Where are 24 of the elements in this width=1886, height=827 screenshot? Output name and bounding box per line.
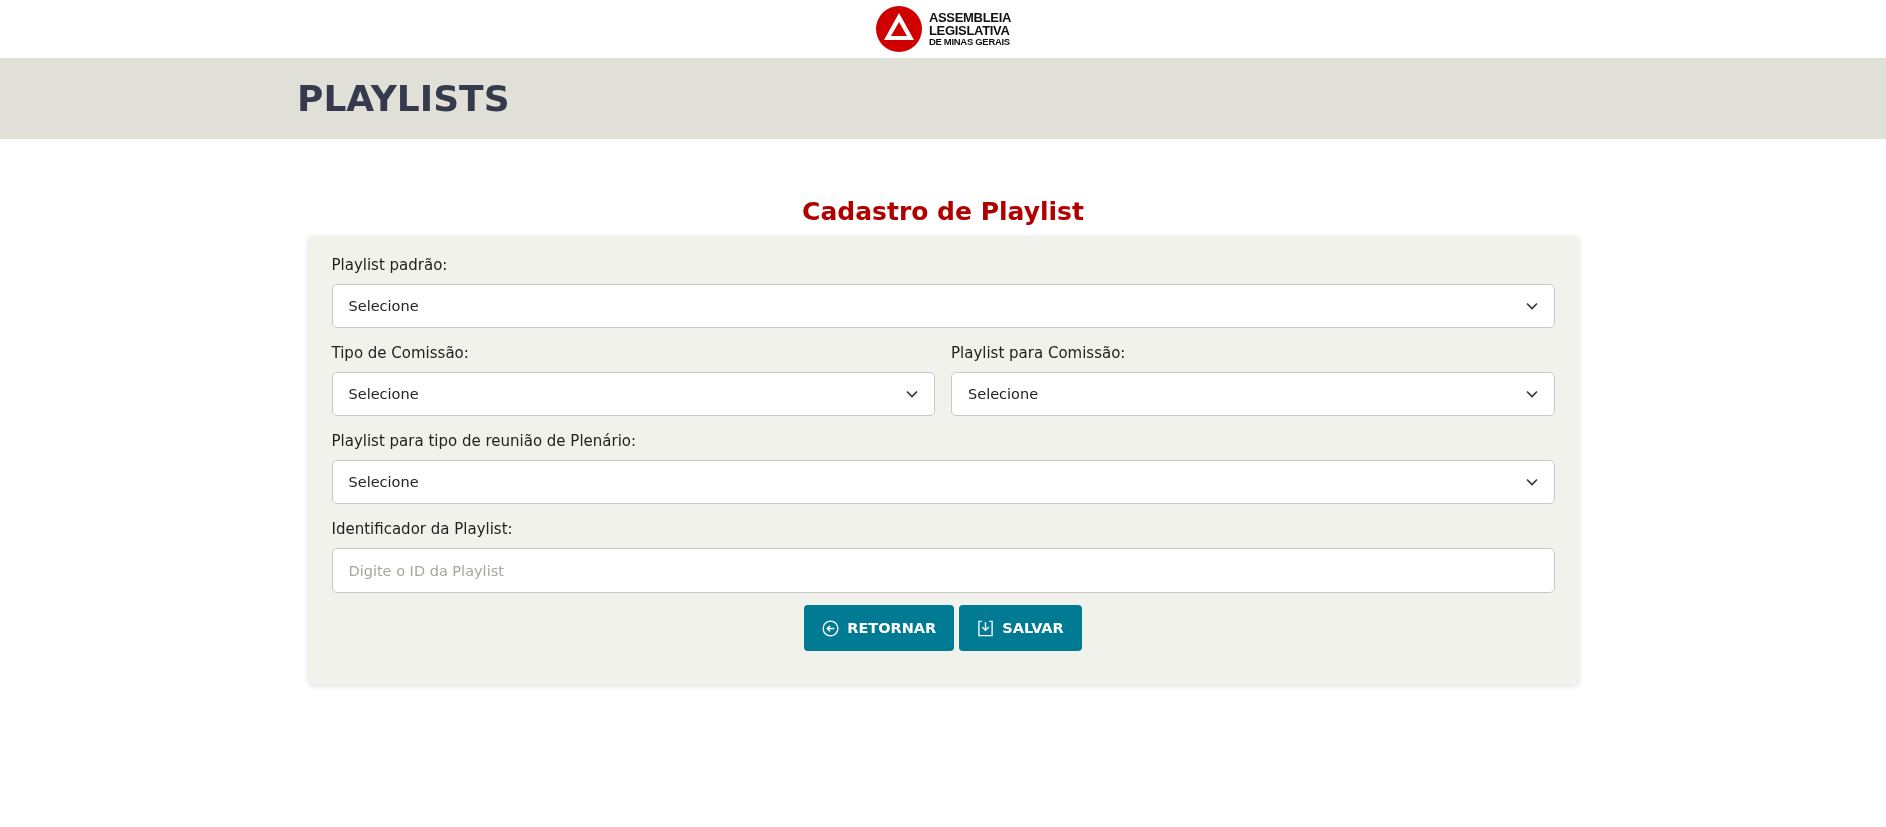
download-box-icon — [977, 619, 995, 637]
field-label: Playlist padrão: — [331, 256, 449, 274]
chevron-down-icon — [1525, 302, 1538, 310]
logo-text: DE MINAS GERAIS — [928, 37, 1011, 47]
chevron-down-icon — [1525, 390, 1538, 398]
field-label: Identificador da Playlist: — [331, 520, 514, 538]
logo-icon — [874, 5, 923, 53]
page-title: PLAYLISTS — [296, 77, 511, 121]
save-button[interactable]: SALVAR — [959, 605, 1082, 651]
form-title: Cadastro de Playlist — [801, 197, 1085, 226]
select-field[interactable]: Selecione — [331, 284, 1555, 328]
select-field[interactable]: Selecione — [951, 372, 1555, 416]
logo-text: ASSEMBLEIA — [928, 11, 1012, 25]
field-label: Playlist para tipo de reunião de Plenário: — [331, 432, 638, 450]
field-label: Playlist para Comissão: — [951, 344, 1127, 362]
input-field[interactable]: Digite o ID da Playlist — [331, 548, 1555, 593]
chevron-down-icon — [1525, 478, 1538, 486]
arrow-left-circle-icon — [822, 619, 840, 637]
select-field[interactable]: Selecione — [331, 372, 935, 416]
logo-text: LEGISLATIVA — [928, 24, 1011, 38]
chevron-down-icon — [906, 390, 918, 398]
field-label: Tipo de Comissão: — [331, 344, 470, 362]
select-field[interactable]: Selecione — [331, 460, 1555, 504]
return-button[interactable]: RETORNAR — [804, 605, 955, 651]
